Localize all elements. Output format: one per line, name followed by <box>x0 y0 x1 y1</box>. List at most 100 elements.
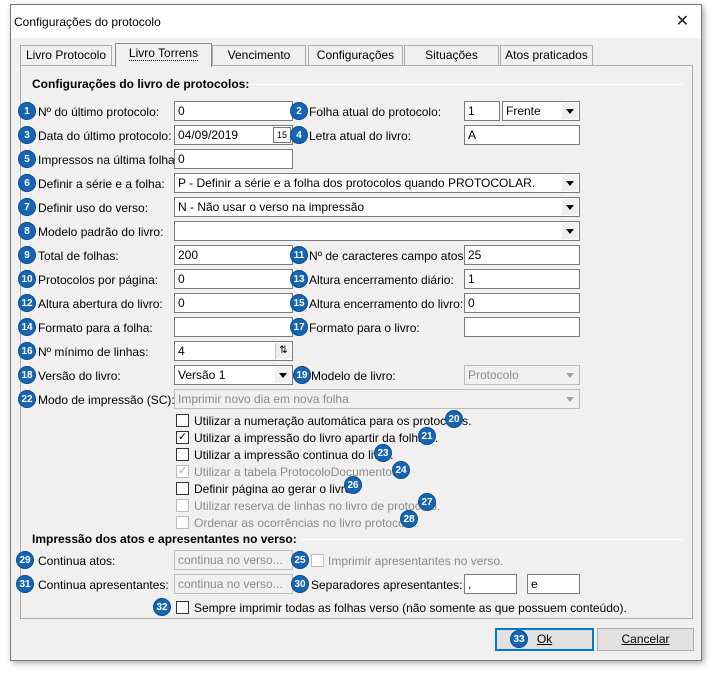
tab-configuracoes[interactable]: Configurações <box>308 45 403 65</box>
altura-diario-input[interactable]: 1 <box>464 269 580 289</box>
serie-folha-select[interactable]: P - Definir a série e a folha dos protoc… <box>174 173 580 193</box>
uso-verso-label: Definir uso do verso: <box>38 201 149 215</box>
cancel-button[interactable]: Cancelar <box>597 628 694 651</box>
impressos-label: Impressos na última folha: <box>38 153 179 167</box>
protocolos-pagina-input[interactable]: 0 <box>174 269 293 289</box>
separador-2-input[interactable]: e <box>527 574 580 594</box>
altura-enc-livro-input[interactable]: 0 <box>464 293 580 313</box>
badge-24: 24 <box>392 461 410 479</box>
tabela-checkbox[interactable]: ✓ <box>176 465 189 478</box>
definir-pagina-label[interactable]: Definir página ao gerar o livro. <box>194 482 355 496</box>
badge-12: 12 <box>18 294 36 312</box>
total-folhas-input[interactable]: 200 <box>174 245 293 265</box>
sempre-imprimir-checkbox[interactable] <box>176 601 189 614</box>
definir-pagina-checkbox[interactable] <box>176 482 189 495</box>
section-title-impressao: Impressão dos atos e apresentantes no ve… <box>32 532 297 546</box>
separador-1-input[interactable]: , <box>464 574 517 594</box>
imprimir-apresentantes-checkbox[interactable] <box>311 554 324 567</box>
tab-situacoes[interactable]: Situações <box>404 45 499 65</box>
ultimo-protocolo-label: Nº do último protocolo: <box>38 105 160 119</box>
continua-atos-input[interactable]: continua no verso... <box>174 550 293 570</box>
badge-7: 7 <box>18 198 36 216</box>
impressos-input[interactable]: 0 <box>174 149 293 169</box>
formato-folha-input[interactable] <box>174 317 293 337</box>
section-divider <box>244 84 684 85</box>
continua-apresentantes-label: Continua apresentantes: <box>38 578 169 592</box>
numeracao-checkbox[interactable] <box>176 414 189 427</box>
badge-10: 10 <box>18 270 36 288</box>
badge-14: 14 <box>18 318 36 336</box>
continua-apresentantes-input[interactable]: continua no verso... <box>174 574 293 594</box>
imprimir-apresentantes-label[interactable]: Imprimir apresentantes no verso. <box>328 554 503 568</box>
minimo-linhas-input[interactable]: 4 ⇅ <box>174 341 293 361</box>
separadores-label: Separadores apresentantes: <box>311 578 463 592</box>
versao-livro-value: Versão 1 <box>178 368 226 382</box>
badge-19: 19 <box>293 366 311 384</box>
letra-atual-input[interactable]: A <box>464 125 580 145</box>
folha-atual-label: Folha atual do protocolo: <box>309 105 442 119</box>
close-icon[interactable]: ✕ <box>676 11 689 31</box>
tab-atos-praticados[interactable]: Atos praticados <box>500 45 593 65</box>
continua-checkbox[interactable] <box>176 448 189 461</box>
tab-livro-torrens[interactable]: Livro Torrens <box>115 43 212 67</box>
versao-livro-select[interactable]: Versão 1 <box>174 365 293 385</box>
badge-5: 5 <box>18 150 36 168</box>
caracteres-atos-input[interactable]: 25 <box>464 245 580 265</box>
badge-31: 31 <box>16 575 34 593</box>
minimo-linhas-label: Nº mínimo de linhas: <box>38 345 149 359</box>
badge-17: 17 <box>290 318 308 336</box>
folha-lado-select[interactable]: Frente <box>502 101 580 121</box>
ultimo-protocolo-input[interactable]: 0 <box>174 101 293 121</box>
badge-11: 11 <box>290 246 308 264</box>
badge-16: 16 <box>18 342 36 360</box>
badge-6: 6 <box>18 174 36 192</box>
modelo-livro-select[interactable]: Protocolo <box>464 365 580 385</box>
spinner-icon[interactable]: ⇅ <box>275 343 291 359</box>
modelo-padrao-select[interactable] <box>174 221 580 241</box>
data-ultimo-value: 04/09/2019 <box>178 128 239 142</box>
calendar-icon[interactable]: 15 <box>273 127 291 143</box>
badge-2: 2 <box>290 102 308 120</box>
section-divider <box>301 539 684 540</box>
uso-verso-select[interactable]: N - Não usar o verso na impressão <box>174 197 580 217</box>
tabela-label[interactable]: Utilizar a tabela ProtocoloDocumentos. <box>194 465 401 479</box>
tab-livro-protocolo[interactable]: Livro Protocolo <box>20 45 112 65</box>
badge-9: 9 <box>18 246 36 264</box>
numeracao-label[interactable]: Utilizar a numeração automática para os … <box>194 414 471 428</box>
uso-verso-value: N - Não usar o verso na impressão <box>178 200 365 214</box>
ordenar-checkbox[interactable] <box>176 516 189 529</box>
serie-folha-label: Definir a série e a folha: <box>38 177 165 191</box>
badge-4: 4 <box>290 126 308 144</box>
chevron-down-icon[interactable] <box>562 223 578 239</box>
modo-impressao-select[interactable]: Imprimir novo dia em nova folha <box>174 389 580 409</box>
altura-abertura-input[interactable]: 0 <box>174 293 293 313</box>
chevron-down-icon[interactable] <box>562 199 578 215</box>
chevron-down-icon[interactable] <box>275 367 291 383</box>
data-ultimo-input[interactable]: 04/09/2019 15 <box>174 125 293 145</box>
badge-20: 20 <box>445 410 463 428</box>
formato-livro-input[interactable] <box>464 317 580 337</box>
ordenar-label[interactable]: Ordenar as ocorrências no livro protocol… <box>194 516 417 530</box>
caracteres-atos-label: Nº de caracteres campo atos: <box>309 249 467 263</box>
badge-15: 15 <box>290 294 308 312</box>
badge-26: 26 <box>344 476 362 494</box>
section-title-config: Configurações do livro de protocolos: <box>32 77 250 91</box>
modelo-livro-label: Modelo de livro: <box>311 369 396 383</box>
folha-atual-input[interactable]: 1 <box>464 101 500 121</box>
apartir-folha-checkbox[interactable]: ✓ <box>176 431 189 444</box>
altura-abertura-label: Altura abertura do livro: <box>38 297 163 311</box>
tab-vencimento[interactable]: Vencimento <box>212 45 306 65</box>
data-ultimo-label: Data do último protocolo: <box>38 129 172 143</box>
minimo-linhas-value: 4 <box>178 344 185 358</box>
continua-label[interactable]: Utilizar a impressão continua do livro. <box>194 448 393 462</box>
chevron-down-icon[interactable] <box>562 175 578 191</box>
badge-1: 1 <box>18 102 36 120</box>
badge-32: 32 <box>153 598 171 616</box>
sempre-imprimir-label[interactable]: Sempre imprimir todas as folhas verso (n… <box>194 601 627 615</box>
formato-folha-label: Formato para a folha: <box>38 321 153 335</box>
apartir-folha-label[interactable]: Utilizar a impressão do livro apartir da… <box>194 431 438 445</box>
badge-13: 13 <box>290 270 308 288</box>
reserva-checkbox[interactable] <box>176 499 189 512</box>
chevron-down-icon[interactable] <box>562 103 578 119</box>
badge-28: 28 <box>400 510 418 528</box>
